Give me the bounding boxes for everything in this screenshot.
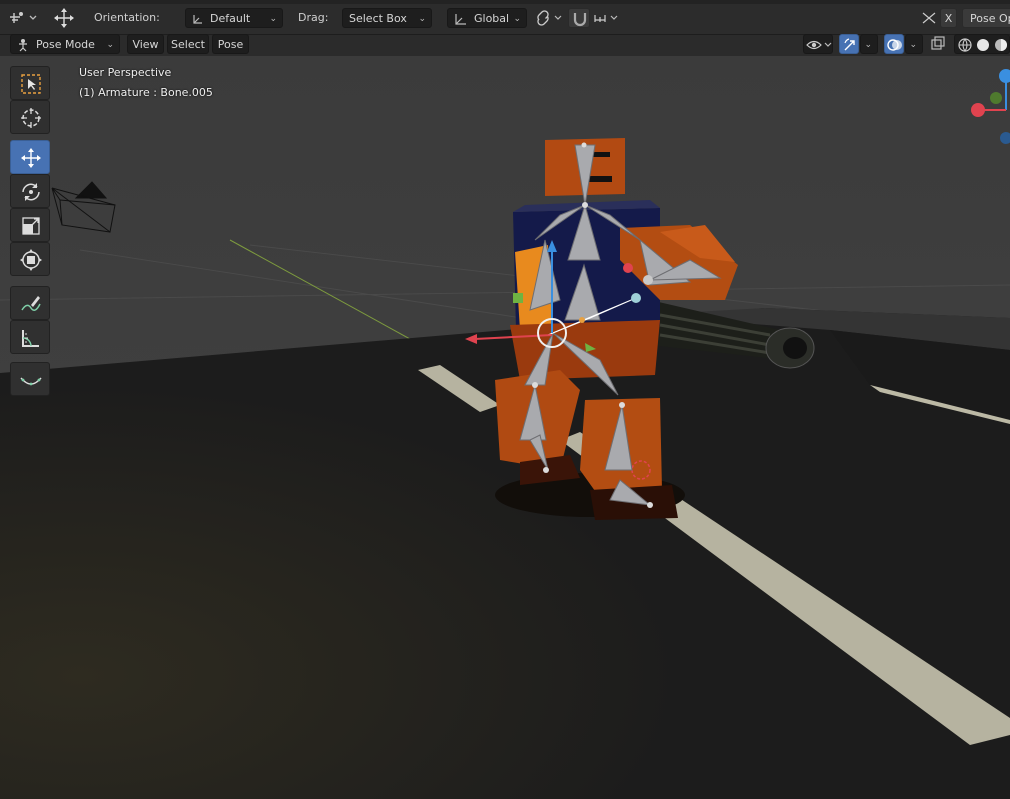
chevron-down-icon: ⌄ bbox=[864, 40, 872, 50]
scale-icon bbox=[22, 217, 40, 235]
drag-value: Select Box bbox=[349, 12, 407, 25]
chevron-down-icon: ⌄ bbox=[106, 40, 114, 50]
mirror-x-label: X bbox=[944, 12, 953, 25]
pose-options-button[interactable]: Pose Op bbox=[962, 8, 1010, 28]
drag-dropdown[interactable]: Select Box ⌄ bbox=[342, 8, 432, 28]
annotate-tool[interactable] bbox=[10, 286, 50, 320]
perspective-label: User Perspective bbox=[79, 66, 172, 79]
rotate-icon bbox=[22, 183, 40, 201]
3d-viewport[interactable]: User Perspective (1) Armature : Bone.005 bbox=[0, 56, 1010, 799]
transform-orientation-dropdown[interactable]: Global ⌄ bbox=[447, 8, 527, 28]
overlays-dropdown[interactable]: ⌄ bbox=[905, 34, 923, 54]
select-menu[interactable]: Select bbox=[167, 34, 209, 54]
rotate-tool[interactable] bbox=[10, 174, 50, 208]
mode-dropdown[interactable]: Pose Mode ⌄ bbox=[10, 34, 120, 54]
select-box-tool[interactable] bbox=[10, 66, 50, 100]
pose-mode-icon bbox=[19, 39, 27, 52]
orientation-value: Default bbox=[210, 12, 251, 25]
viewport-scene bbox=[0, 56, 1010, 799]
view-menu-label: View bbox=[132, 38, 159, 51]
active-object-label: (1) Armature : Bone.005 bbox=[79, 86, 213, 99]
orientation-axes-icon bbox=[193, 15, 202, 24]
move-arrows-icon bbox=[54, 8, 74, 28]
chevron-down-icon: ⌄ bbox=[909, 40, 917, 50]
viewport-header: Pose Mode ⌄ View Select Pose ⌄ ⌄ bbox=[0, 34, 1010, 56]
move-tool[interactable] bbox=[10, 140, 50, 174]
viewport-editor-icon bbox=[10, 12, 37, 23]
snap-target-button[interactable] bbox=[535, 8, 565, 28]
snap-element-button[interactable] bbox=[592, 8, 622, 28]
overlays-icon bbox=[887, 39, 902, 51]
snap-toggle-button[interactable] bbox=[568, 8, 590, 28]
select-box-icon bbox=[21, 74, 41, 94]
scale-tool[interactable] bbox=[10, 208, 50, 242]
orientation-dropdown[interactable]: Default ⌄ bbox=[185, 8, 283, 28]
move-icon bbox=[21, 148, 41, 168]
mode-value: Pose Mode bbox=[36, 38, 95, 51]
mirror-icon bbox=[922, 12, 936, 24]
visibility-dropdown[interactable] bbox=[803, 34, 833, 54]
gizmo-toggle[interactable] bbox=[839, 34, 859, 54]
chevron-down-icon: ⌄ bbox=[269, 14, 277, 24]
link-icon bbox=[537, 10, 562, 26]
pose-menu[interactable]: Pose bbox=[212, 34, 249, 54]
xray-icon bbox=[931, 36, 945, 50]
relax-icon bbox=[20, 377, 42, 386]
shading-buttons[interactable] bbox=[954, 34, 1010, 54]
transform-icon bbox=[20, 249, 42, 271]
drag-label: Drag: bbox=[298, 11, 329, 24]
pose-options-label: Pose Op bbox=[970, 12, 1010, 25]
chevron-down-icon: ⌄ bbox=[513, 14, 521, 24]
tool-header: Orientation: Default ⌄ Drag: Select Box … bbox=[0, 0, 1010, 35]
editor-type-button[interactable] bbox=[6, 8, 44, 28]
snap-increment-icon bbox=[594, 15, 618, 22]
view-menu[interactable]: View bbox=[127, 34, 164, 54]
global-axes-icon bbox=[455, 14, 466, 25]
xray-toggle[interactable] bbox=[929, 34, 947, 54]
measure-tool[interactable] bbox=[10, 320, 50, 354]
annotate-icon bbox=[21, 296, 41, 311]
transform-orientation-value: Global bbox=[474, 12, 510, 25]
orientation-label: Orientation: bbox=[94, 11, 160, 24]
mirror-x-options[interactable] bbox=[918, 8, 940, 28]
relax-tool[interactable] bbox=[10, 362, 50, 396]
shading-mode-icons bbox=[958, 38, 1007, 52]
overlays-toggle[interactable] bbox=[884, 34, 904, 54]
eye-icon bbox=[806, 40, 832, 50]
cursor-icon bbox=[21, 108, 41, 128]
transform-tool[interactable] bbox=[10, 242, 50, 276]
gizmo-icon bbox=[844, 38, 855, 51]
select-menu-label: Select bbox=[171, 38, 205, 51]
pose-menu-label: Pose bbox=[217, 38, 244, 51]
chevron-down-icon: ⌄ bbox=[418, 14, 426, 24]
measure-icon bbox=[22, 330, 39, 347]
transform-pivot-button[interactable] bbox=[50, 6, 78, 30]
gizmo-dropdown[interactable]: ⌄ bbox=[860, 34, 878, 54]
mirror-x-toggle[interactable]: X bbox=[940, 8, 957, 28]
magnet-icon bbox=[573, 13, 587, 27]
workspace-tab-strip bbox=[0, 0, 1010, 4]
cursor-tool[interactable] bbox=[10, 100, 50, 134]
